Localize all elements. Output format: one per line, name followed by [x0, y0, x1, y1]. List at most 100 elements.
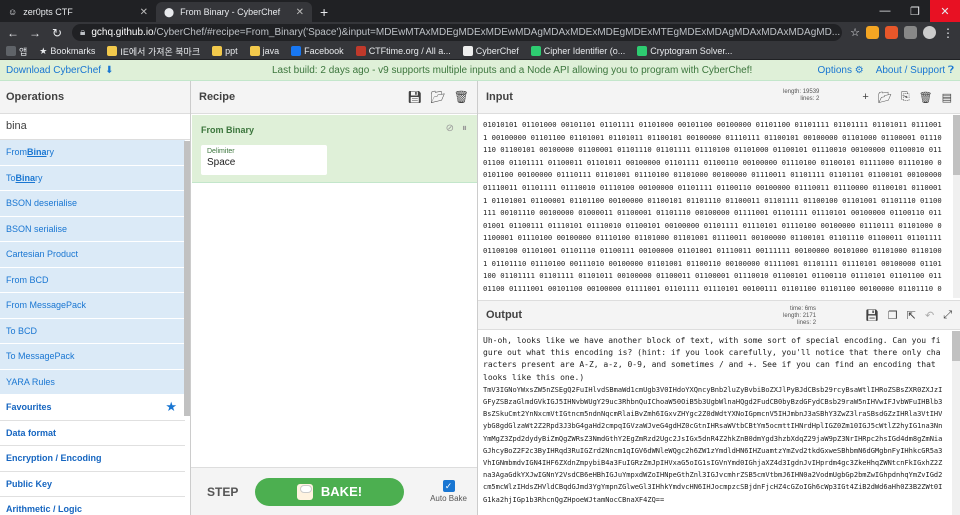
operations-scrollbar[interactable]: [184, 141, 190, 416]
add-input-icon[interactable]: +: [862, 91, 868, 104]
bookmarks-bar: 앱 ★ Bookmarks IE에서 가져온 북마크 ppt java Faceb…: [0, 43, 960, 60]
extension-icons: ☆ ⋮: [850, 26, 954, 40]
download-link[interactable]: Download CyberChef ⬇: [6, 65, 113, 76]
minimize-icon[interactable]: —: [870, 0, 900, 22]
folder-open-icon[interactable]: 📂︎: [431, 90, 446, 104]
bookmark-item[interactable]: java: [249, 46, 279, 56]
recipe-op-title: From Binary: [201, 125, 255, 135]
step-button[interactable]: STEP: [207, 485, 238, 499]
recipe-operation-from-binary[interactable]: From Binary ⊘ ⏸︎ Delimiter Space: [192, 115, 477, 183]
operations-header: Operations: [0, 81, 190, 114]
operation-category[interactable]: Encryption / Encoding: [0, 446, 185, 472]
url-path: /CyberChef/#recipe=From_Binary('Space')&…: [153, 27, 841, 38]
operation-item[interactable]: From Bina ry: [0, 140, 185, 166]
trash-icon[interactable]: 🗑︎: [454, 90, 469, 104]
save-icon[interactable]: 💾︎: [407, 90, 422, 104]
auto-bake-checkbox[interactable]: ✓ Auto Bake: [430, 480, 467, 503]
avatar[interactable]: [923, 26, 936, 39]
output-textarea[interactable]: Uh-oh, looks like we have another block …: [478, 331, 950, 515]
undo-icon[interactable]: ↶: [925, 309, 934, 322]
options-link[interactable]: Options ⚙: [817, 65, 863, 76]
bookmark-item[interactable]: 앱: [6, 45, 27, 58]
maximize-output-icon[interactable]: ⤢: [943, 309, 952, 322]
recipe-panel: Recipe 💾︎ 📂︎ 🗑︎ From Binary ⊘ ⏸︎ Delimit…: [191, 81, 478, 515]
operation-item[interactable]: To BCD: [0, 318, 185, 344]
cyberchef-icon: [462, 46, 473, 56]
operation-item[interactable]: BSON serialise: [0, 216, 185, 242]
cyberchef-app: Operations bina From Bina ry To Bina ry BSON…: [0, 81, 960, 515]
layout-icon[interactable]: ▤: [942, 91, 952, 104]
new-tab-icon[interactable]: +: [312, 2, 336, 22]
delimiter-label: Delimiter: [207, 148, 235, 155]
operation-item[interactable]: BSON deserialise: [0, 191, 185, 217]
chef-icon: [296, 483, 313, 500]
recipe-title: Recipe: [199, 91, 236, 103]
folder-icon: [107, 46, 118, 56]
input-stats: length: 19539 lines: 2: [783, 89, 820, 102]
output-title: Output: [486, 309, 523, 321]
menu-icon[interactable]: ⋮: [942, 26, 954, 40]
open-file-icon[interactable]: ⎘: [901, 91, 910, 104]
extension-icon[interactable]: [904, 26, 917, 39]
operations-search-input[interactable]: bina: [0, 114, 190, 140]
folder-icon: [249, 46, 260, 56]
bookmark-item[interactable]: ★ Bookmarks: [39, 46, 95, 57]
bookmark-item[interactable]: Cryptogram Solver...: [637, 46, 732, 56]
operation-category[interactable]: Arithmetic / Logic: [0, 497, 185, 515]
operation-category[interactable]: Data format: [0, 420, 185, 446]
operation-item[interactable]: To MessagePack: [0, 344, 185, 370]
tab-close-icon[interactable]: ✕: [296, 7, 304, 18]
ctftime-icon: [355, 46, 366, 56]
tab-title: From Binary - CyberChef: [180, 7, 281, 17]
close-window-icon[interactable]: ✕: [930, 0, 960, 22]
operation-item[interactable]: To Bina ry: [0, 165, 185, 191]
bookmark-star-icon[interactable]: ☆: [850, 26, 860, 39]
help-icon: ❓︎: [947, 64, 954, 76]
operation-item[interactable]: Cartesian Product: [0, 242, 185, 268]
save-output-icon[interactable]: 💾︎: [865, 309, 879, 322]
operation-item[interactable]: From BCD: [0, 267, 185, 293]
open-folder-icon[interactable]: 📂︎: [878, 91, 892, 104]
cipher-icon: [637, 46, 648, 56]
bookmark-item[interactable]: CTFtime.org / All a...: [355, 46, 451, 56]
input-header: Input length: 19539 lines: 2 + 📂︎ ⎘ 🗑︎ ▤: [478, 81, 960, 114]
bookmark-item[interactable]: IE에서 가져온 북마크: [107, 45, 200, 58]
output-header: Output time: 6ms length: 2171 lines: 2 💾…: [478, 300, 960, 330]
output-scrollbar[interactable]: [952, 331, 960, 515]
tab-close-icon[interactable]: ✕: [140, 7, 148, 18]
bookmark-item[interactable]: Cipher Identifier (o...: [530, 46, 625, 56]
url-host: gchq.github.io: [91, 27, 154, 38]
delimiter-field[interactable]: Delimiter Space: [201, 145, 327, 175]
copy-icon[interactable]: ❐: [888, 309, 898, 322]
browser-tab-ctf[interactable]: ☺ zer0pts CTF ✕: [0, 2, 156, 22]
pause-icon[interactable]: ⏸︎: [462, 123, 467, 134]
bake-button[interactable]: BAKE!: [255, 477, 404, 506]
reload-icon[interactable]: ↻: [50, 26, 64, 40]
clear-icon[interactable]: 🗑︎: [919, 91, 933, 104]
operation-category[interactable]: Favourites ★: [0, 395, 185, 421]
apps-icon: [6, 46, 16, 56]
bookmark-item[interactable]: ppt: [212, 46, 238, 56]
extension-icon[interactable]: [866, 26, 879, 39]
bookmark-item[interactable]: Facebook: [291, 46, 344, 56]
disable-icon[interactable]: ⊘: [446, 123, 454, 134]
replace-input-icon[interactable]: ⇱: [907, 309, 916, 322]
extension-icon[interactable]: [885, 26, 898, 39]
operation-category[interactable]: Public Key: [0, 471, 185, 497]
maximize-icon[interactable]: ❐: [900, 0, 930, 22]
browser-tab-cyberchef[interactable]: ⬤ From Binary - CyberChef ✕: [156, 2, 312, 22]
gear-icon: ⚙: [854, 64, 864, 76]
about-link[interactable]: About / Support ❓︎: [876, 65, 954, 76]
recipe-header: Recipe 💾︎ 📂︎ 🗑︎: [191, 81, 477, 114]
input-scrollbar[interactable]: [953, 115, 960, 298]
output-message: Uh-oh, looks like we have another block …: [483, 336, 941, 382]
back-icon[interactable]: ←: [6, 26, 20, 40]
input-textarea[interactable]: 01010101 01101000 00101101 01101111 0110…: [478, 115, 948, 298]
operation-item[interactable]: YARA Rules: [0, 369, 185, 395]
operation-item[interactable]: From MessagePack: [0, 293, 185, 319]
forward-icon[interactable]: →: [28, 26, 42, 40]
url-input[interactable]: 🔒︎ gchq.github.io/CyberChef/#recipe=From…: [72, 24, 843, 41]
bookmark-item[interactable]: CyberChef: [462, 46, 519, 56]
star-icon[interactable]: ★: [165, 399, 177, 415]
window-controls: — ❐ ✕: [870, 0, 960, 22]
